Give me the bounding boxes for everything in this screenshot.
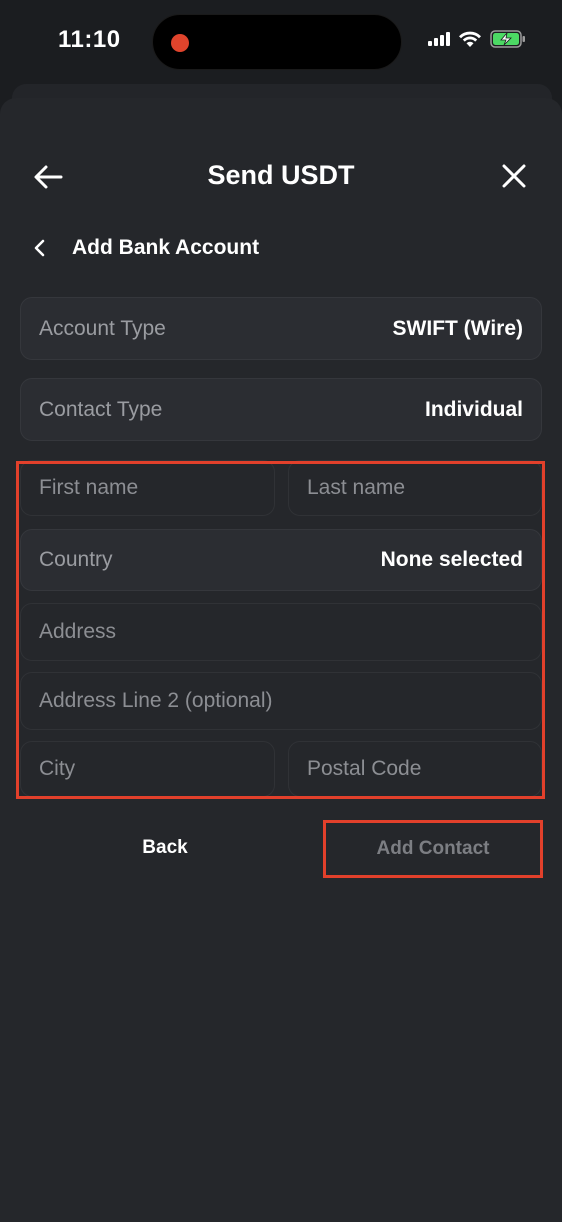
contact-type-value: Individual xyxy=(424,397,523,421)
close-icon[interactable] xyxy=(500,162,528,190)
contact-type-label: Contact Type xyxy=(39,397,163,421)
add-contact-button[interactable]: Add Contact xyxy=(323,820,543,878)
dynamic-island xyxy=(152,14,402,70)
account-type-select[interactable]: Account Type SWIFT (Wire) xyxy=(20,297,542,360)
status-icons xyxy=(428,30,526,48)
wifi-icon xyxy=(459,31,481,47)
status-bar: 11:10 xyxy=(0,0,562,84)
account-type-value: SWIFT (Wire) xyxy=(392,316,523,340)
form-highlight-box xyxy=(16,461,545,799)
section-title: Add Bank Account xyxy=(72,236,260,259)
status-time: 11:10 xyxy=(58,26,121,53)
page-title: Send USDT xyxy=(207,160,355,190)
battery-charging-icon xyxy=(490,30,525,48)
subheader-back-link[interactable]: Add Bank Account xyxy=(30,226,259,270)
back-button[interactable]: Back xyxy=(20,820,310,876)
signal-icon xyxy=(428,32,450,46)
modal-header: Send USDT xyxy=(0,150,562,204)
chevron-left-icon xyxy=(34,239,45,257)
account-type-label: Account Type xyxy=(39,316,166,340)
recording-indicator-icon xyxy=(171,34,189,52)
contact-type-select[interactable]: Contact Type Individual xyxy=(20,378,542,441)
